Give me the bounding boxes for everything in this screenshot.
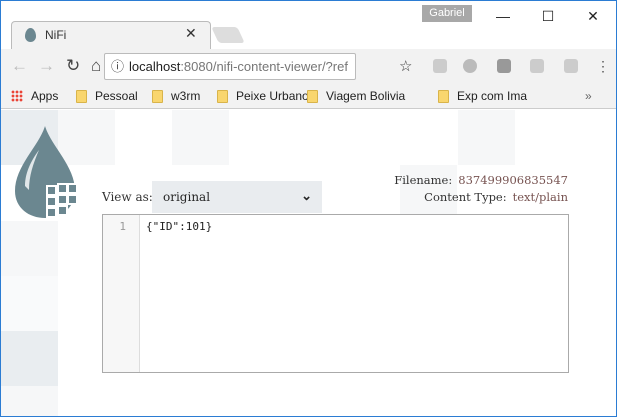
nifi-logo-icon	[15, 126, 78, 218]
bookmark-exp-com-ima[interactable]: Exp com Ima	[438, 89, 527, 103]
content-viewer: Filename: 837499906835547 Content Type: te…	[1, 110, 616, 416]
view-as-value: original	[163, 190, 211, 204]
bookmark-apps[interactable]: Apps	[11, 89, 58, 103]
reload-icon[interactable]: ↻	[66, 56, 80, 76]
folder-icon	[438, 89, 449, 103]
stats-icon[interactable]	[530, 59, 544, 73]
title-bar: Gabriel — ☐ ✕ NiFi ✕	[1, 1, 616, 49]
bookmark-label: Apps	[31, 89, 59, 103]
tab-close-icon[interactable]: ✕	[185, 25, 197, 42]
folder-icon	[76, 89, 87, 103]
bookmark-w3rm[interactable]: w3rm	[152, 89, 200, 103]
bookmark-label: w3rm	[171, 89, 201, 103]
close-window-button[interactable]: ✕	[573, 5, 613, 27]
code-line: {"ID":101}	[146, 220, 213, 233]
info-icon[interactable]: ⓘ	[111, 54, 124, 79]
bg-tile	[1, 331, 58, 386]
content-type-value: text/plain	[512, 190, 568, 204]
home-icon[interactable]: ⌂	[91, 56, 101, 76]
content-type-row: Content Type: text/plain	[424, 190, 568, 204]
folder-icon	[217, 89, 228, 103]
pdf-icon[interactable]	[564, 59, 578, 73]
new-tab-button[interactable]	[211, 27, 245, 43]
bookmark-label: Peixe Urbano	[236, 89, 309, 103]
tab-nifi[interactable]	[11, 21, 211, 49]
bg-tile	[1, 386, 58, 416]
back-icon[interactable]: ←	[11, 56, 28, 76]
bookmark-label: Viagem Bolivia	[326, 89, 406, 103]
menu-icon[interactable]: ⋮	[596, 56, 610, 76]
extension-icon[interactable]	[497, 59, 511, 73]
apps-icon	[11, 90, 23, 102]
bg-tile	[172, 110, 229, 165]
folder-icon	[152, 89, 163, 103]
filename-row: Filename: 837499906835547	[394, 173, 568, 187]
bg-tile	[1, 221, 58, 276]
view-as-select[interactable]: original ⌄	[152, 181, 322, 213]
bookmark-pessoal[interactable]: Pessoal	[76, 89, 138, 103]
line-number: 1	[119, 220, 126, 233]
bookmark-peixe-urbano[interactable]: Peixe Urbano	[217, 89, 309, 103]
maximize-button[interactable]: ☐	[528, 5, 568, 27]
chevron-down-icon: ⌄	[301, 189, 312, 204]
url-host: localhost	[129, 59, 181, 74]
bookmark-label: Exp com Ima	[457, 89, 528, 103]
bookmark-star-icon[interactable]: ☆	[399, 57, 412, 77]
nifi-favicon-icon	[25, 28, 36, 42]
folder-icon	[307, 89, 318, 103]
view-as-label: View as:	[102, 190, 153, 204]
filename-value: 837499906835547	[458, 173, 568, 187]
forward-icon[interactable]: →	[38, 56, 55, 76]
bookmarks-more-button[interactable]: »	[585, 89, 592, 103]
bookmarks-bar: Apps Pessoal w3rm Peixe Urbano Viagem Bo…	[1, 83, 616, 109]
bg-tile	[1, 276, 58, 331]
bg-tile	[458, 110, 515, 165]
filename-label: Filename:	[394, 173, 453, 187]
content-editor[interactable]: 1 {"ID":101}	[102, 214, 569, 373]
profile-button[interactable]: Gabriel	[422, 5, 472, 22]
bookmark-label: Pessoal	[95, 89, 138, 103]
bookmark-viagem-bolivia[interactable]: Viagem Bolivia	[307, 89, 405, 103]
content-type-label: Content Type:	[424, 190, 507, 204]
address-bar[interactable]: ⓘ localhost:8080/nifi-content-viewer/?re…	[104, 53, 356, 80]
skype-icon[interactable]	[463, 59, 477, 73]
line-number-gutter: 1	[103, 215, 140, 372]
url-path: :8080/nifi-content-viewer/?ref	[180, 59, 348, 74]
tab-title: NiFi	[45, 28, 67, 42]
minimize-button[interactable]: —	[483, 5, 523, 27]
extension-x-icon[interactable]	[433, 59, 447, 73]
